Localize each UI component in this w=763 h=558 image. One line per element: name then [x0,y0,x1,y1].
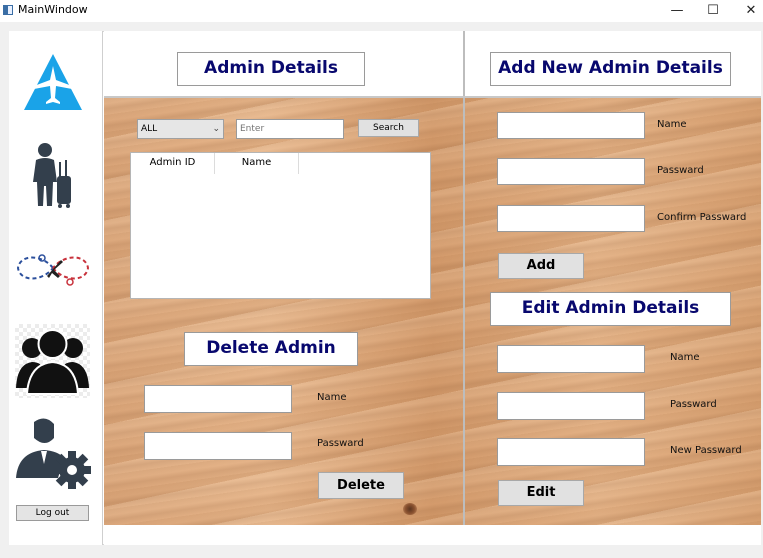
filter-selected-value: ALL [141,124,158,134]
close-button[interactable]: ✕ [734,0,763,22]
window-title: MainWindow [18,3,88,16]
sidebar-item-flights[interactable] [14,248,92,288]
edit-button[interactable]: Edit [498,480,584,506]
add-confirm-password-input[interactable] [497,205,645,232]
edit-admin-title: Edit Admin Details [490,292,731,326]
title-bar: MainWindow — ☐ ✕ [0,0,763,22]
app-window-icon [3,5,13,15]
add-password-input[interactable] [497,158,645,185]
maximize-button[interactable]: ☐ [696,0,730,22]
wood-knot [403,503,417,515]
add-name-input[interactable] [497,112,645,139]
edit-name-input[interactable] [497,345,645,373]
chevron-down-icon: ⌄ [212,124,220,134]
admin-details-title: Admin Details [177,52,365,86]
add-button[interactable]: Add [498,253,584,279]
delete-password-label: Passward [317,438,364,449]
edit-password-label: Passward [670,399,717,410]
traveler-icon [33,143,71,208]
add-admin-title: Add New Admin Details [490,52,731,86]
filter-dropdown[interactable]: ALL ⌄ [137,119,224,139]
delete-name-input[interactable] [144,385,292,413]
edit-password-input[interactable] [497,392,645,420]
edit-new-password-label: New Passward [670,445,742,456]
delete-button[interactable]: Delete [318,472,404,499]
delete-admin-title: Delete Admin [184,332,358,366]
vertical-divider [463,31,465,525]
sidebar-item-admin-settings[interactable] [14,414,92,492]
sidebar-item-admins[interactable] [15,324,90,398]
add-password-label: Passward [657,165,704,176]
table-header-admin-id[interactable]: Admin ID [131,153,215,174]
delete-password-input[interactable] [144,432,292,460]
users-group-icon [16,329,89,395]
header-divider [104,96,761,98]
admin-table[interactable]: Admin ID Name [130,152,431,299]
search-input[interactable] [236,119,344,139]
edit-name-label: Name [670,352,700,363]
airline-logo-icon [24,54,82,110]
delete-name-label: Name [317,392,347,403]
bottom-strip [104,525,761,545]
search-button[interactable]: Search [358,119,419,137]
logout-button[interactable]: Log out [16,505,89,521]
admin-settings-icon [16,418,91,489]
flight-route-icon [16,254,90,286]
edit-new-password-input[interactable] [497,438,645,466]
sidebar-item-home[interactable] [22,52,84,114]
add-name-label: Name [657,119,687,130]
minimize-button[interactable]: — [660,0,694,22]
table-header-name[interactable]: Name [215,153,299,174]
sidebar-item-passengers[interactable] [28,142,84,208]
add-confirm-password-label: Confirm Passward [657,212,747,223]
